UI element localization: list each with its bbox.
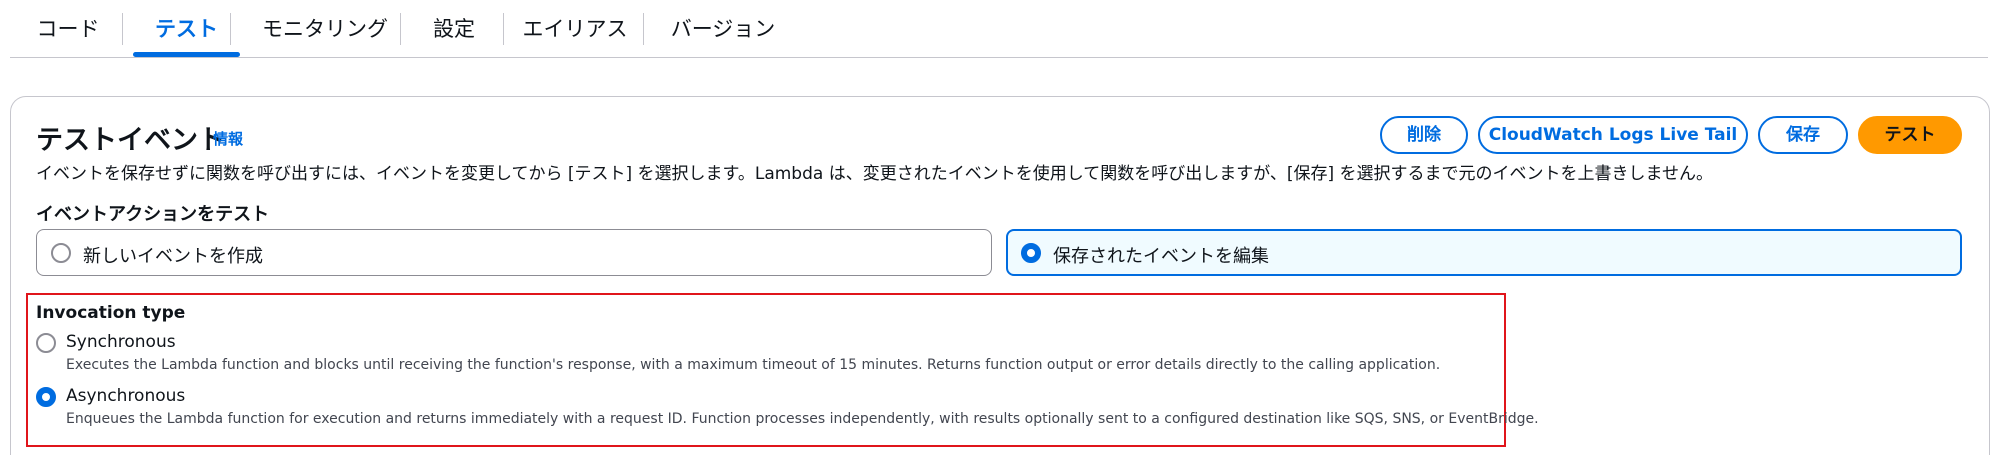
tab-separator <box>400 13 401 45</box>
edit-saved-event-tile[interactable]: 保存されたイベントを編集 <box>1006 229 1962 276</box>
tile-label: 保存されたイベントを編集 <box>1053 246 1269 267</box>
synchronous-label[interactable]: Synchronous <box>66 332 176 352</box>
delete-button[interactable]: 削除 <box>1380 116 1468 154</box>
panel-title: テストイベント <box>36 125 225 156</box>
synchronous-description: Executes the Lambda function and blocks … <box>66 357 1441 373</box>
create-new-event-tile[interactable]: 新しいイベントを作成 <box>36 229 992 276</box>
tab-settings[interactable]: 設定 <box>418 0 490 58</box>
tab-separator <box>643 13 644 45</box>
tab-test[interactable]: テスト <box>133 0 240 58</box>
asynchronous-description: Enqueues the Lambda function for executi… <box>66 411 1539 427</box>
tab-separator <box>230 13 231 45</box>
tile-label: 新しいイベントを作成 <box>83 246 263 267</box>
tab-bar: コード テスト モニタリング 設定 エイリアス バージョン <box>10 0 1988 58</box>
radio-button-selected[interactable] <box>1021 243 1041 263</box>
save-button[interactable]: 保存 <box>1758 116 1848 154</box>
tab-code[interactable]: コード <box>28 0 108 58</box>
radio-button[interactable] <box>51 243 71 263</box>
info-link[interactable]: 情報 <box>213 128 243 149</box>
tab-monitoring[interactable]: モニタリング <box>250 0 400 58</box>
live-tail-button[interactable]: CloudWatch Logs Live Tail <box>1478 116 1748 154</box>
event-action-label: イベントアクションをテスト <box>36 204 270 225</box>
tab-versions[interactable]: バージョン <box>663 0 783 58</box>
panel-description: イベントを保存せずに関数を呼び出すには、イベントを変更してから [テスト] を選… <box>36 164 1714 184</box>
asynchronous-label[interactable]: Asynchronous <box>66 386 185 406</box>
invocation-type-title: Invocation type <box>36 303 186 323</box>
active-tab-indicator <box>133 52 240 57</box>
tab-separator <box>503 13 504 45</box>
synchronous-radio[interactable] <box>36 333 56 353</box>
test-button[interactable]: テスト <box>1858 116 1962 154</box>
asynchronous-radio[interactable] <box>36 387 56 407</box>
tab-aliases[interactable]: エイリアス <box>515 0 635 58</box>
tab-separator <box>122 13 123 45</box>
